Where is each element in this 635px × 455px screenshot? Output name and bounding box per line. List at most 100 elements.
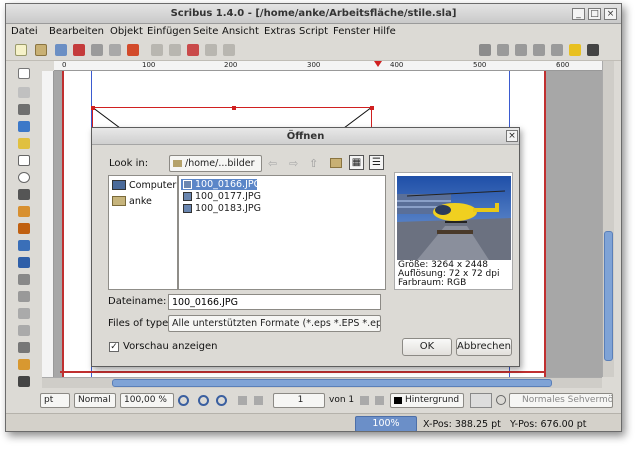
undo-icon[interactable] xyxy=(151,44,163,56)
ok-button[interactable]: OK xyxy=(402,338,452,356)
preflight-icon[interactable] xyxy=(109,44,121,56)
frame-handle[interactable] xyxy=(91,106,95,110)
menu-hilfe[interactable]: Hilfe xyxy=(373,26,396,37)
color-management-icon[interactable] xyxy=(470,393,492,408)
new-document-icon[interactable] xyxy=(15,44,27,56)
file-item[interactable]: 100_0183.JPG xyxy=(181,203,261,214)
menu-bar: Datei Bearbeiten Objekt Einfügen Seite A… xyxy=(6,24,621,41)
horizontal-scrollbar[interactable] xyxy=(42,377,602,388)
form-field-icon[interactable] xyxy=(533,44,545,56)
y-position-readout: Y-Pos: 676.00 pt xyxy=(510,419,587,430)
zoom-out-icon[interactable] xyxy=(178,395,189,406)
paste-icon[interactable] xyxy=(223,44,235,56)
close-button[interactable]: × xyxy=(604,8,617,20)
preview-checkbox[interactable]: ✓ xyxy=(109,342,119,352)
menu-script[interactable]: Script xyxy=(299,26,328,37)
vision-simulation-select[interactable]: Normales Sehvermögen xyxy=(509,393,613,408)
look-in-select[interactable]: /home/...bilder xyxy=(169,155,262,172)
parent-directory-icon[interactable]: ⇧ xyxy=(309,158,320,169)
mode-select[interactable]: Normal xyxy=(74,393,116,408)
first-page-icon[interactable] xyxy=(238,396,247,405)
horizontal-scroll-thumb[interactable] xyxy=(112,379,552,387)
frame-icon[interactable] xyxy=(479,44,491,56)
frame-handle[interactable] xyxy=(232,106,236,110)
menu-bearbeiten[interactable]: Bearbeiten xyxy=(49,26,104,37)
file-item-selected[interactable]: 100_0166.JPG xyxy=(181,179,261,190)
zoom-in-icon[interactable] xyxy=(216,395,227,406)
measure-icon[interactable] xyxy=(18,342,30,353)
helicopter-preview-image xyxy=(397,176,511,260)
forward-arrow-icon[interactable]: ⇨ xyxy=(289,158,300,169)
edit-content-icon[interactable] xyxy=(18,274,30,285)
line-icon[interactable] xyxy=(18,189,30,200)
image-frame-icon[interactable] xyxy=(18,104,30,115)
preview-checkbox-label: Vorschau anzeigen xyxy=(123,341,218,352)
frame-handle[interactable] xyxy=(370,106,374,110)
menu-einfuegen[interactable]: Einfügen xyxy=(147,26,191,37)
table-icon[interactable] xyxy=(18,138,30,149)
checkmark-icon[interactable] xyxy=(515,44,527,56)
zoom-field[interactable]: 100,00 % xyxy=(120,393,174,408)
maximize-button[interactable]: □ xyxy=(588,8,601,20)
page-number-field[interactable]: 1 xyxy=(273,393,325,408)
copy-icon[interactable] xyxy=(205,44,217,56)
cancel-button[interactable]: Abbrechen xyxy=(456,338,512,356)
place-anke[interactable]: anke xyxy=(129,196,152,207)
copy-properties-icon[interactable] xyxy=(18,359,30,370)
filename-input[interactable] xyxy=(168,294,381,310)
layer-select[interactable]: Hintergrund xyxy=(390,393,464,408)
list-view-icon[interactable]: ▦ xyxy=(349,155,364,170)
file-list: 100_0166.JPG 100_0177.JPG 100_0183.JPG xyxy=(178,175,386,290)
menu-datei[interactable]: Datei xyxy=(11,26,38,37)
cut-icon[interactable] xyxy=(187,44,199,56)
select-tool-icon[interactable] xyxy=(18,68,30,79)
close-document-icon[interactable] xyxy=(73,44,85,56)
dialog-close-icon[interactable]: × xyxy=(506,130,518,142)
menu-seite[interactable]: Seite xyxy=(193,26,218,37)
list-icon[interactable] xyxy=(551,44,563,56)
preview-mode-icon[interactable] xyxy=(497,44,509,56)
file-item[interactable]: 100_0177.JPG xyxy=(181,191,261,202)
redo-icon[interactable] xyxy=(169,44,181,56)
menu-extras[interactable]: Extras xyxy=(264,26,296,37)
text-frame-icon[interactable] xyxy=(18,87,30,98)
menu-objekt[interactable]: Objekt xyxy=(110,26,143,37)
rotate-icon[interactable] xyxy=(18,240,30,251)
vertical-scroll-thumb[interactable] xyxy=(604,231,613,361)
place-computer[interactable]: Computer xyxy=(129,180,176,191)
bezier-icon[interactable] xyxy=(18,206,30,217)
print-icon[interactable] xyxy=(91,44,103,56)
unit-select[interactable]: pt xyxy=(40,393,70,408)
freehand-icon[interactable] xyxy=(18,223,30,234)
open-folder-icon[interactable] xyxy=(35,44,47,56)
next-page-icon[interactable] xyxy=(360,396,369,405)
zoom-icon[interactable] xyxy=(18,257,30,268)
shape-icon[interactable] xyxy=(18,155,30,166)
home-folder-icon xyxy=(112,196,126,206)
unlink-frames-icon[interactable] xyxy=(18,325,30,336)
link-frames-icon[interactable] xyxy=(18,308,30,319)
layer-name: Hintergrund xyxy=(405,395,460,405)
annotation-icon[interactable] xyxy=(569,44,581,56)
filetype-select[interactable]: Alle unterstützten Formate (*.eps *.EPS … xyxy=(168,315,381,332)
open-file-dialog: Öffnen × Look in: /home/...bilder ⇦ ⇨ ⇧ … xyxy=(91,127,520,367)
new-folder-icon[interactable] xyxy=(330,158,342,168)
menu-ansicht[interactable]: Ansicht xyxy=(222,26,259,37)
vertical-scrollbar[interactable] xyxy=(602,61,614,377)
save-icon[interactable] xyxy=(55,44,67,56)
back-arrow-icon[interactable]: ⇦ xyxy=(268,158,279,169)
detail-view-icon[interactable]: ☰ xyxy=(369,155,384,170)
render-frame-icon[interactable] xyxy=(18,121,30,132)
pdf-export-icon[interactable] xyxy=(127,44,139,56)
ruler-label: 500 xyxy=(473,61,487,69)
previous-page-icon[interactable] xyxy=(254,396,263,405)
preview-toggle-icon[interactable] xyxy=(496,395,506,405)
last-page-icon[interactable] xyxy=(375,396,384,405)
polygon-icon[interactable] xyxy=(18,172,30,183)
zoom-100-icon[interactable] xyxy=(198,395,209,406)
edit-text-icon[interactable] xyxy=(18,291,30,302)
eyedropper-icon[interactable] xyxy=(18,376,30,387)
link-icon[interactable] xyxy=(587,44,599,56)
menu-fenster[interactable]: Fenster xyxy=(333,26,370,37)
minimize-button[interactable]: _ xyxy=(572,8,585,20)
